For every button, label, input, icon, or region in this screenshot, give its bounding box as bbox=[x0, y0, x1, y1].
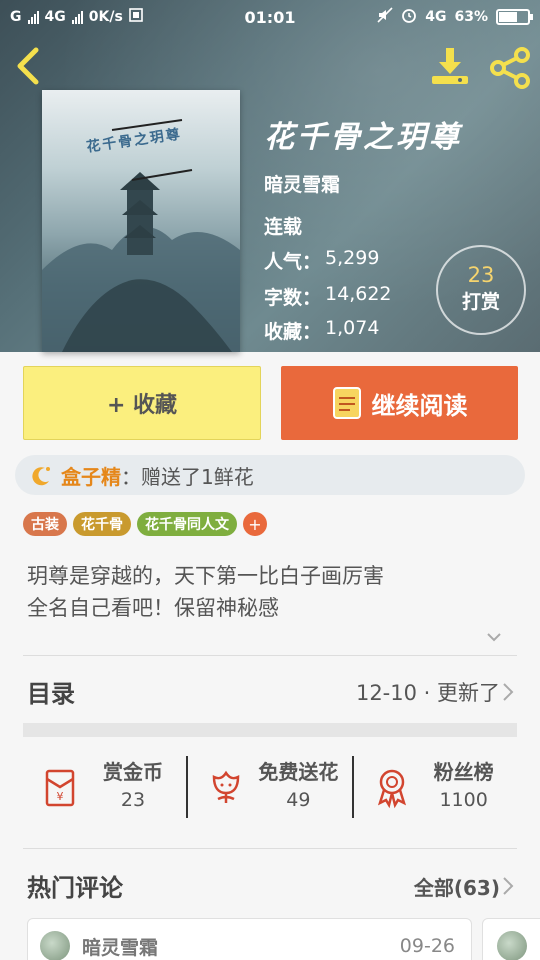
book-title: 花千骨之玥尊 bbox=[264, 120, 462, 155]
share-icon bbox=[490, 47, 530, 89]
coin-reward-value: 23 bbox=[120, 789, 146, 811]
gift-message: ：赠送了1鲜花 bbox=[121, 464, 254, 489]
free-flower-cell[interactable]: 免费送花 49 bbox=[188, 752, 351, 822]
comment-card[interactable]: 暗灵雪霜 09-26 bbox=[27, 918, 472, 960]
flower-icon bbox=[213, 770, 240, 803]
toc-update: 12-10 · 更新了 bbox=[355, 681, 500, 705]
comment-date: 09-26 bbox=[399, 935, 455, 957]
ribbon-medal-icon bbox=[377, 769, 406, 809]
avatar[interactable] bbox=[497, 931, 527, 960]
toc-label: 目录 bbox=[27, 680, 75, 708]
comment-user[interactable]: 暗灵雪霜 bbox=[82, 933, 158, 960]
synopsis-line: 玥尊是穿越的，天下第一比白子画厉害 bbox=[27, 564, 384, 588]
fan-ranking-cell[interactable]: 粉丝榜 1100 bbox=[354, 752, 517, 822]
popularity-stat: 人气： 5,299 bbox=[264, 247, 380, 273]
book-icon bbox=[332, 387, 361, 419]
book-status: 连载 bbox=[264, 216, 303, 238]
comment-card[interactable] bbox=[482, 918, 540, 960]
continue-reading-label: 继续阅读 bbox=[371, 391, 468, 420]
section-separator bbox=[23, 723, 517, 737]
collection-stat: 收藏： 1,074 bbox=[264, 317, 380, 343]
battery-icon bbox=[496, 9, 533, 25]
all-comments-link[interactable]: 全部(63) bbox=[414, 872, 500, 901]
book-cover[interactable]: 花千骨之玥尊 bbox=[42, 90, 240, 352]
reward-label: 打赏 bbox=[461, 291, 500, 313]
coin-reward-cell[interactable]: ¥ 赏金币 23 bbox=[23, 752, 186, 822]
coin-reward-label: 赏金币 bbox=[103, 760, 163, 784]
chevron-right-icon bbox=[503, 877, 514, 895]
expand-synopsis-button[interactable] bbox=[485, 628, 503, 646]
tag[interactable]: 花千骨同人文 bbox=[137, 512, 237, 536]
chevron-left-icon bbox=[17, 47, 39, 85]
book-synopsis: 玥尊是穿越的，天下第一比白子画厉害 全名自己看吧！保留神秘感 bbox=[27, 560, 517, 624]
word-count-stat: 字数： 14,622 bbox=[264, 283, 392, 309]
favorite-label: + 收藏 bbox=[106, 393, 178, 418]
tag[interactable]: 花千骨 bbox=[73, 512, 131, 536]
tag[interactable]: 古装 bbox=[23, 512, 67, 536]
download-icon bbox=[432, 48, 468, 84]
reward-button[interactable]: 23 打赏 bbox=[436, 245, 526, 335]
status-bar: G 4G 0K/s 01:01 4G 63% bbox=[0, 0, 540, 34]
free-flower-value: 49 bbox=[286, 789, 311, 811]
moon-sparkle-icon bbox=[32, 467, 50, 486]
avatar[interactable] bbox=[40, 931, 70, 960]
table-of-contents-row[interactable]: 目录 12-10 · 更新了 bbox=[0, 660, 540, 722]
red-envelope-icon: ¥ bbox=[45, 769, 75, 807]
download-button[interactable] bbox=[430, 46, 470, 86]
chevron-down-icon bbox=[487, 633, 501, 642]
gift-notice[interactable]: 盒子精 ：赠送了1鲜花 bbox=[15, 455, 525, 495]
add-tag-button[interactable]: + bbox=[243, 512, 267, 536]
back-button[interactable] bbox=[14, 46, 44, 86]
divider bbox=[23, 848, 517, 849]
synopsis-line: 全名自己看吧！保留神秘感 bbox=[27, 596, 279, 620]
interaction-stats: ¥ 赏金币 23 免费送花 49 粉丝榜 1100 bbox=[23, 752, 517, 822]
hot-comments-title: 热门评论 bbox=[27, 874, 123, 902]
hot-comments-header: 热门评论 全部(63) bbox=[0, 860, 540, 910]
fan-ranking-value: 1100 bbox=[439, 789, 488, 811]
chevron-right-icon bbox=[503, 683, 514, 701]
share-button[interactable] bbox=[488, 46, 532, 90]
continue-reading-button[interactable]: 继续阅读 bbox=[281, 366, 518, 440]
reward-count: 23 bbox=[467, 263, 495, 287]
free-flower-label: 免费送花 bbox=[258, 760, 339, 784]
tag-list: 古装 花千骨 花千骨同人文 + bbox=[23, 512, 267, 536]
clock: 01:01 bbox=[244, 7, 296, 27]
add-to-favorites-button[interactable]: + 收藏 bbox=[23, 366, 261, 440]
fan-ranking-label: 粉丝榜 bbox=[433, 760, 494, 784]
book-author[interactable]: 暗灵雪霜 bbox=[264, 170, 340, 197]
divider bbox=[23, 655, 517, 656]
gift-sender[interactable]: 盒子精 bbox=[61, 461, 121, 490]
svg-text:¥: ¥ bbox=[57, 790, 64, 803]
